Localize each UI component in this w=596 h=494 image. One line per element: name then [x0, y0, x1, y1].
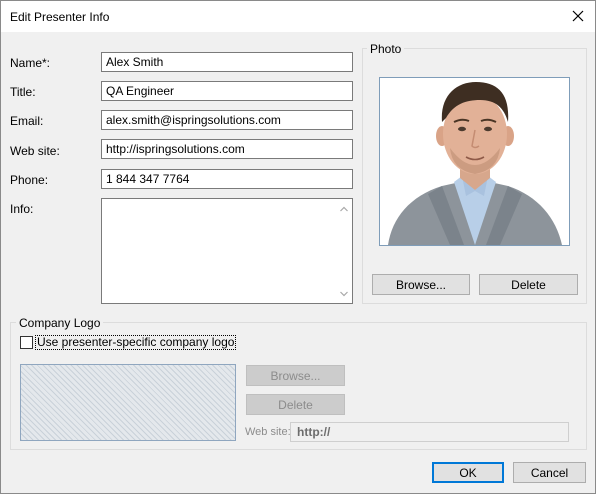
info-scrollbar[interactable] — [336, 199, 352, 303]
cancel-button[interactable]: Cancel — [513, 462, 586, 483]
title-label: Title: — [10, 85, 36, 99]
logo-website-field[interactable]: http:// — [290, 422, 569, 442]
website-field[interactable] — [101, 139, 353, 159]
phone-label: Phone: — [10, 173, 49, 187]
ok-button[interactable]: OK — [432, 462, 504, 483]
photo-browse-button[interactable]: Browse... — [372, 274, 470, 295]
photo-group-label: Photo — [367, 42, 405, 56]
info-label: Info: — [10, 202, 34, 216]
logo-delete-button[interactable]: Delete — [246, 394, 345, 415]
company-logo-checkbox-label[interactable]: Use presenter-specific company logo — [35, 335, 237, 350]
company-logo-checkbox[interactable] — [20, 336, 33, 349]
scroll-up-icon[interactable] — [340, 206, 348, 212]
logo-browse-button[interactable]: Browse... — [246, 365, 345, 386]
phone-field[interactable] — [101, 169, 353, 189]
edit-presenter-dialog: Edit Presenter Info Name*: Title: Email:… — [0, 0, 596, 494]
info-textarea[interactable] — [101, 198, 353, 304]
email-field[interactable] — [101, 110, 353, 130]
website-label: Web site: — [10, 144, 60, 158]
email-label: Email: — [10, 114, 44, 128]
presenter-photo — [379, 77, 570, 246]
title-field[interactable] — [101, 81, 353, 101]
scroll-down-icon[interactable] — [340, 291, 348, 297]
name-label: Name*: — [10, 56, 51, 70]
company-logo-placeholder — [20, 364, 236, 441]
close-button[interactable] — [561, 1, 595, 31]
photo-delete-button[interactable]: Delete — [479, 274, 578, 295]
name-field[interactable] — [101, 52, 353, 72]
title-bar: Edit Presenter Info — [1, 1, 595, 32]
company-logo-group-label: Company Logo — [16, 316, 104, 330]
logo-website-label: Web site: — [245, 426, 291, 438]
dialog-title: Edit Presenter Info — [10, 10, 110, 24]
presenter-portrait-image — [380, 78, 569, 245]
close-icon — [572, 10, 584, 22]
